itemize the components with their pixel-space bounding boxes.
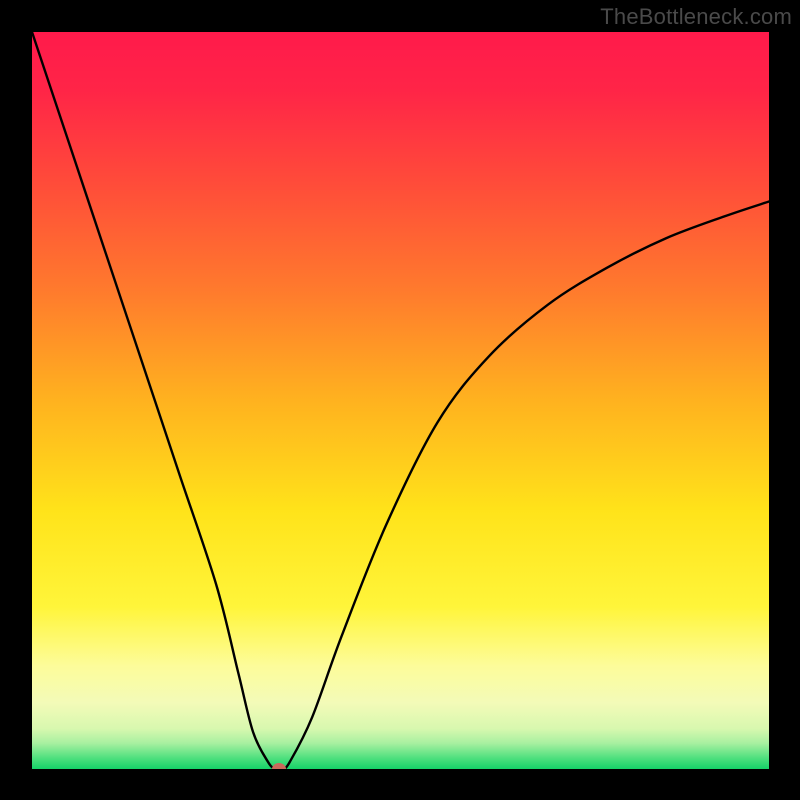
chart-frame: TheBottleneck.com [0,0,800,800]
plot-area [32,32,769,769]
bottleneck-curve [32,32,769,769]
watermark-text: TheBottleneck.com [600,4,792,30]
optimal-point-marker [272,763,286,769]
